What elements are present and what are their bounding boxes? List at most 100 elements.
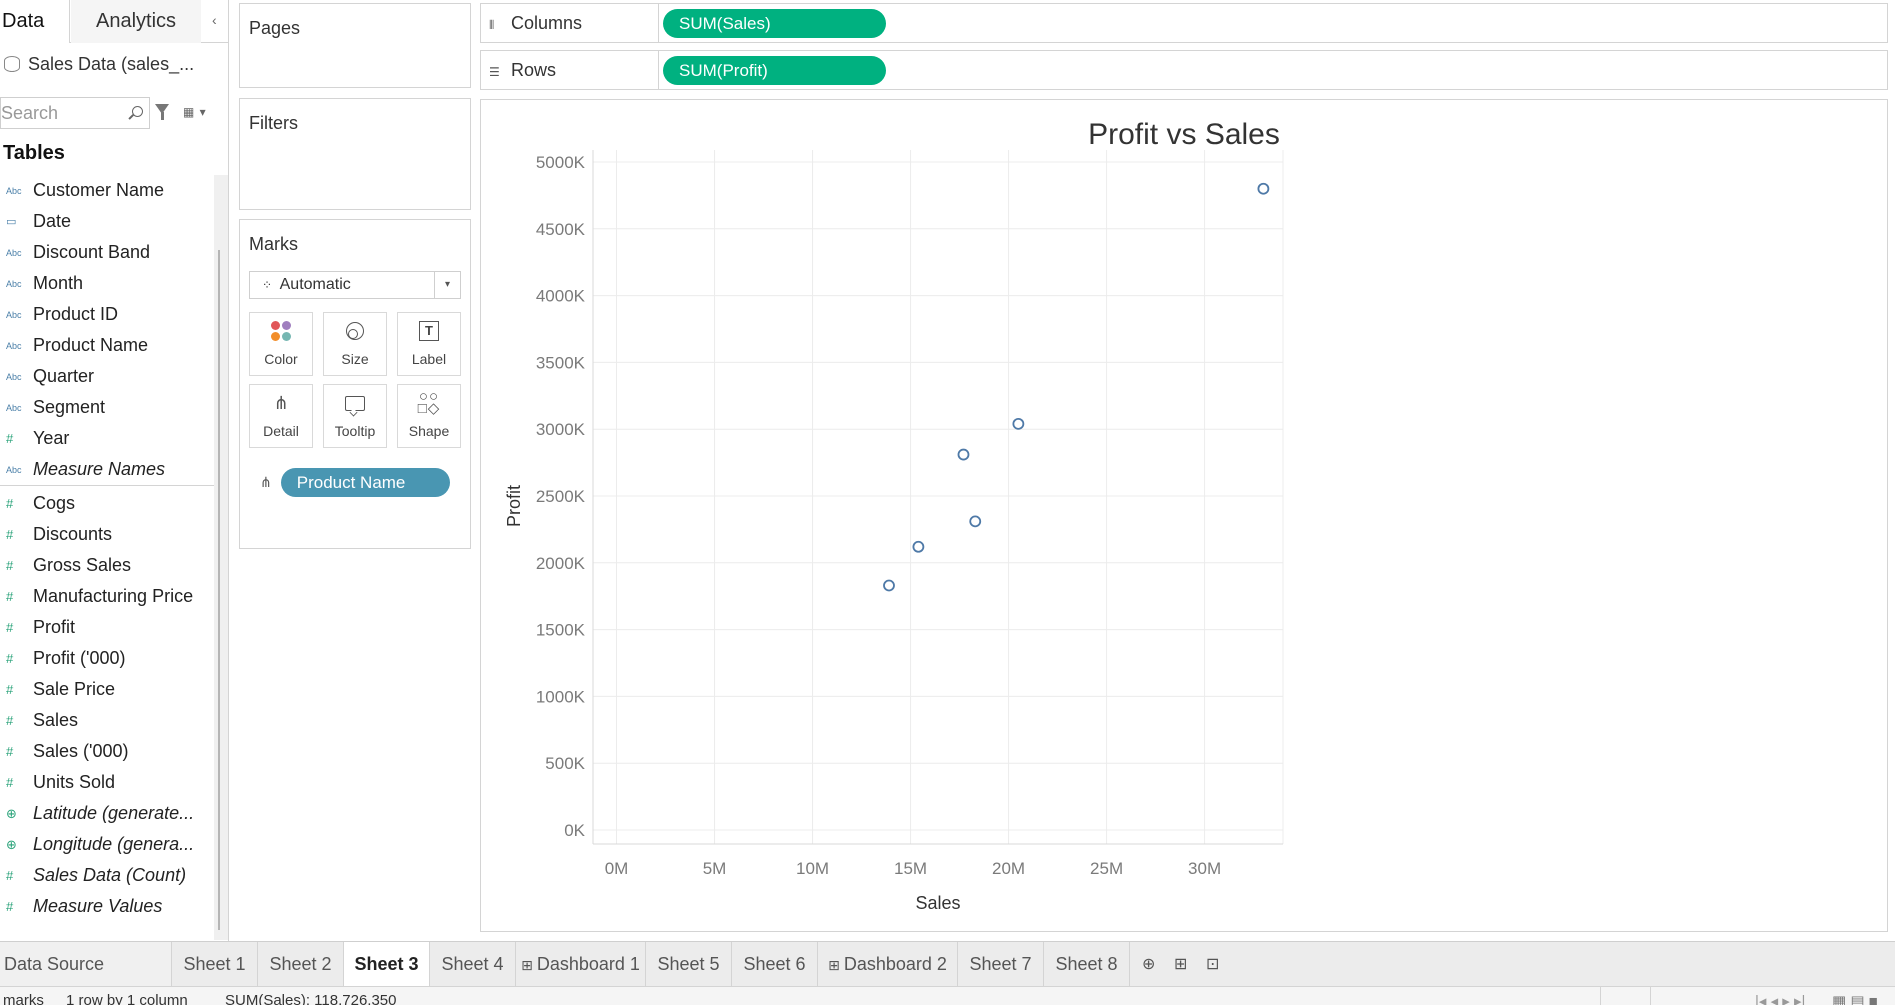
worksheet-view[interactable]: 0K 500K 1000K 1500K 2000K 2500K 3000K 3500K 4000…	[480, 99, 1888, 932]
field-item[interactable]: # Gross Sales	[0, 550, 215, 581]
field-item[interactable]: # Sales Data (Count)	[0, 860, 215, 891]
status-bar: marks 1 row by 1 column SUM(Sales): 118,…	[0, 986, 1895, 1005]
field-item[interactable]: # Year	[0, 423, 215, 454]
dashboard-tab[interactable]: ⊞ Dashboard 1	[516, 942, 646, 986]
date-type-icon: ▭	[6, 216, 17, 228]
field-item[interactable]: # Discounts	[0, 519, 215, 550]
field-item[interactable]: ⊕ Longitude (genera...	[0, 829, 215, 860]
scrollbar-thumb[interactable]	[218, 250, 220, 930]
field-item[interactable]: Abc Product Name	[0, 330, 215, 361]
field-search-input[interactable]: Search	[0, 97, 150, 129]
field-item[interactable]: ⊕ Latitude (generate...	[0, 798, 215, 829]
field-item[interactable]: # Sales	[0, 705, 215, 736]
x-tick-label: 25M	[1090, 859, 1123, 878]
field-item[interactable]: Abc Customer Name	[0, 175, 215, 206]
speech-bubble-icon	[345, 395, 365, 411]
label-label: Label	[411, 351, 447, 367]
number-type-icon: #	[6, 620, 14, 635]
dashboard-tab[interactable]: ⊞ Dashboard 2	[818, 942, 958, 986]
y-tick-label: 4000K	[536, 287, 586, 306]
new-dashboard-icon[interactable]: ⊞	[1174, 954, 1187, 974]
sheet-tab[interactable]: Sheet 4	[430, 942, 516, 986]
globe-icon: ⊕	[6, 805, 17, 821]
status-marks: marks	[3, 992, 44, 1005]
tab-label: Sheet 2	[269, 954, 332, 974]
string-type-icon: Abc	[6, 278, 22, 289]
field-item[interactable]: # Cogs	[0, 488, 215, 519]
sheet-tab[interactable]: Sheet 6	[732, 942, 818, 986]
rows-label: Rows	[511, 60, 557, 80]
shape-button[interactable]: ○○ □◇ Shape	[397, 384, 461, 448]
chevron-down-icon[interactable]: ▾	[434, 272, 460, 298]
view-options-icon[interactable]: ▦ ▾	[183, 105, 207, 119]
number-type-icon: #	[6, 868, 14, 883]
tab-label: Sheet 7	[969, 954, 1032, 974]
field-item[interactable]: Abc Product ID	[0, 299, 215, 330]
field-item[interactable]: # Units Sold	[0, 767, 215, 798]
product-name-pill[interactable]: Product Name	[280, 468, 450, 497]
field-item[interactable]: Abc Discount Band	[0, 237, 215, 268]
rows-shelf[interactable]: ☰ Rows SUM(Profit)	[480, 50, 1888, 90]
page-nav-icons[interactable]: |◂ ◂ ▸ ▸|	[1755, 992, 1805, 1005]
field-item[interactable]: # Sales ('000)	[0, 736, 215, 767]
rows-icon: ☰	[489, 65, 500, 79]
tooltip-button[interactable]: Tooltip	[323, 384, 387, 448]
field-name: Measure Values	[33, 896, 163, 916]
field-item[interactable]: Abc Quarter	[0, 361, 215, 392]
sum-profit-pill[interactable]: SUM(Profit)	[663, 56, 886, 85]
field-name: Profit	[33, 617, 76, 637]
tab-label: Sheet 5	[657, 954, 720, 974]
field-item[interactable]: Abc Measure Names	[0, 454, 215, 485]
new-worksheet-icon[interactable]: ⊕	[1142, 954, 1155, 974]
field-name: Sales Data (Count)	[33, 865, 187, 885]
field-name: Year	[33, 428, 70, 448]
collapse-pane-icon[interactable]: ‹	[212, 12, 217, 28]
field-name: Gross Sales	[33, 555, 132, 575]
size-button[interactable]: Size	[323, 312, 387, 376]
sheet-tab[interactable]: Sheet 2	[258, 942, 344, 986]
detail-button[interactable]: ⋔ Detail	[249, 384, 313, 448]
tab-data[interactable]: Data	[0, 0, 70, 43]
tab-label: Sheet 3	[354, 954, 419, 974]
sum-sales-pill[interactable]: SUM(Sales)	[663, 9, 886, 38]
number-type-icon: #	[6, 682, 14, 697]
number-type-icon: #	[6, 589, 14, 604]
field-item[interactable]: # Sale Price	[0, 674, 215, 705]
field-item[interactable]: Abc Month	[0, 268, 215, 299]
sheet-tab[interactable]: Sheet 5	[646, 942, 732, 986]
field-item[interactable]: Abc Segment	[0, 392, 215, 423]
field-list-scrollbar[interactable]	[214, 175, 228, 940]
field-name: Date	[33, 211, 72, 231]
sheet-tab[interactable]: Sheet 7	[958, 942, 1044, 986]
view-mode-icons[interactable]: ▦ ▤ ■	[1832, 992, 1878, 1005]
field-item[interactable]: # Measure Values	[0, 891, 215, 922]
field-name: Longitude (genera...	[33, 834, 195, 854]
columns-shelf[interactable]: ⦀ Columns SUM(Sales)	[480, 3, 1888, 43]
label-button[interactable]: T Label	[397, 312, 461, 376]
field-item[interactable]: # Manufacturing Price	[0, 581, 215, 612]
columns-label-cell: ⦀ Columns	[481, 4, 659, 42]
datasource-item[interactable]: Sales Data (sales_...	[4, 52, 194, 76]
filter-icon[interactable]	[155, 104, 169, 120]
sheet-tab[interactable]: Sheet 1	[172, 942, 258, 986]
color-button[interactable]: Color	[249, 312, 313, 376]
field-item[interactable]: # Profit ('000)	[0, 643, 215, 674]
mark-type-dropdown[interactable]: ⁘ Automatic ▾	[249, 271, 461, 299]
tab-analytics[interactable]: Analytics	[71, 0, 201, 43]
field-item[interactable]: ▭ Date	[0, 206, 215, 237]
scatter-chart: 0K 500K 1000K 1500K 2000K 2500K 3000K 3500K 4000…	[504, 118, 1284, 913]
number-type-icon: #	[6, 431, 14, 446]
sheet-tab[interactable]: Sheet 8	[1044, 942, 1130, 986]
color-label: Color	[264, 351, 298, 367]
sheet-tab[interactable]: Sheet 3	[344, 942, 430, 986]
pages-title: Pages	[249, 18, 301, 38]
number-type-icon: #	[6, 713, 14, 728]
tab-label: Dashboard 1	[536, 954, 640, 974]
field-name: Product ID	[33, 304, 119, 324]
field-item[interactable]: # Profit	[0, 612, 215, 643]
pages-shelf[interactable]: Pages	[239, 3, 471, 88]
number-type-icon: #	[6, 775, 14, 790]
new-story-icon[interactable]: ⊡	[1206, 954, 1219, 974]
data-source-tab[interactable]: Data Source	[0, 942, 172, 986]
filters-shelf[interactable]: Filters	[239, 98, 471, 210]
